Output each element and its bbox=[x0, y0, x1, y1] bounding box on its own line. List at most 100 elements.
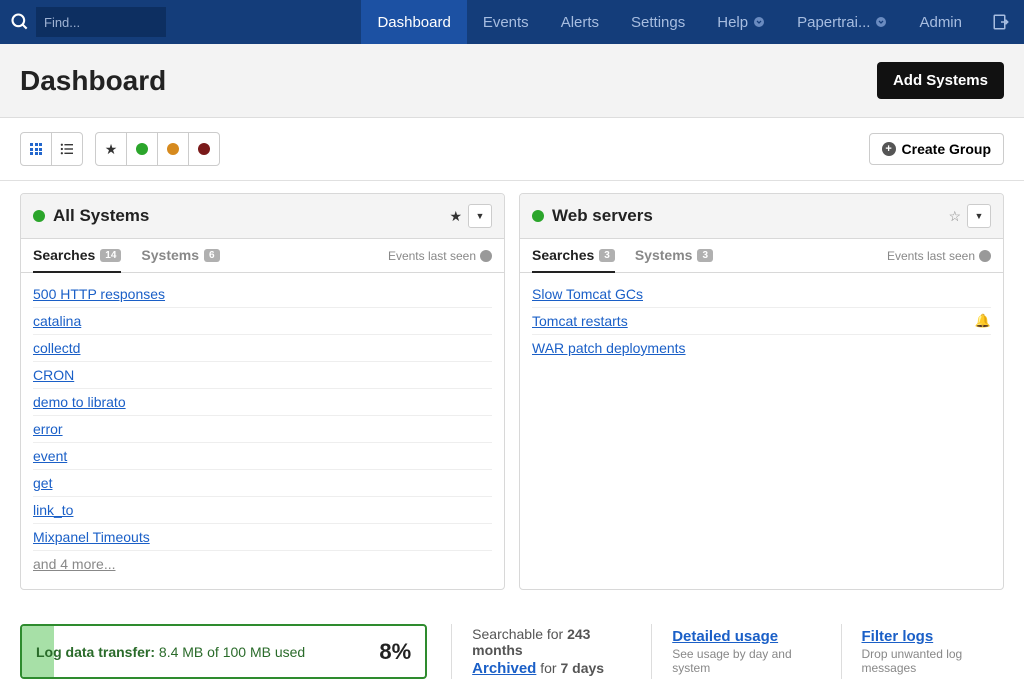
chevron-down-icon bbox=[875, 16, 887, 28]
orange-dot-icon bbox=[167, 143, 179, 155]
search-link[interactable]: demo to librato bbox=[33, 394, 126, 410]
search-link[interactable]: catalina bbox=[33, 313, 81, 329]
usage-box[interactable]: Log data transfer: 8.4 MB of 100 MB used… bbox=[20, 624, 427, 679]
panel-header-actions: ☆ ▼ bbox=[948, 204, 991, 228]
panel-title: Web servers bbox=[552, 206, 653, 226]
search-list: Slow Tomcat GCs Tomcat restarts 🔔 WAR pat… bbox=[532, 281, 991, 361]
search-link[interactable]: Slow Tomcat GCs bbox=[532, 286, 643, 302]
red-dot-icon bbox=[198, 143, 210, 155]
filter-star-button[interactable]: ★ bbox=[95, 132, 127, 166]
panel-body: 500 HTTP responses catalina collectd CRO… bbox=[21, 273, 504, 589]
bell-icon: 🔔 bbox=[975, 313, 991, 329]
tab-systems-count: 3 bbox=[697, 249, 713, 262]
search-link[interactable]: 500 HTTP responses bbox=[33, 286, 165, 302]
search-link[interactable]: event bbox=[33, 448, 67, 464]
footer-col-filter: Filter logs Drop unwanted log messages bbox=[841, 624, 1005, 679]
create-group-button[interactable]: + Create Group bbox=[869, 133, 1004, 165]
panel-tabs: Searches 14 Systems 6 Events last seen bbox=[21, 239, 504, 273]
tab-searches-label: Searches bbox=[532, 247, 594, 263]
tab-searches-label: Searches bbox=[33, 247, 95, 263]
topnav: Dashboard Events Alerts Settings Help Pa… bbox=[361, 0, 1024, 44]
add-systems-button[interactable]: Add Systems bbox=[877, 62, 1004, 99]
page-title: Dashboard bbox=[20, 65, 166, 97]
list-item: error bbox=[33, 416, 492, 443]
footer: Log data transfer: 8.4 MB of 100 MB used… bbox=[0, 610, 1024, 693]
panel-star-button[interactable]: ☆ bbox=[948, 208, 961, 225]
panel-all-systems: All Systems ★ ▼ Searches 14 Systems 6 Ev… bbox=[20, 193, 505, 590]
grid-view-button[interactable] bbox=[20, 132, 52, 166]
panel-body: Slow Tomcat GCs Tomcat restarts 🔔 WAR pat… bbox=[520, 273, 1003, 373]
search-link[interactable]: CRON bbox=[33, 367, 74, 383]
nav-settings[interactable]: Settings bbox=[615, 0, 701, 44]
usage-text: Log data transfer: 8.4 MB of 100 MB used bbox=[36, 644, 305, 660]
panels: All Systems ★ ▼ Searches 14 Systems 6 Ev… bbox=[0, 181, 1024, 610]
tab-systems-count: 6 bbox=[204, 249, 220, 262]
list-view-button[interactable] bbox=[51, 132, 83, 166]
filter-group: ★ bbox=[95, 132, 220, 166]
panel-title-wrap: Web servers bbox=[532, 206, 653, 226]
list-item: link_to bbox=[33, 497, 492, 524]
tab-searches[interactable]: Searches 14 bbox=[33, 247, 121, 273]
search-link[interactable]: Tomcat restarts bbox=[532, 313, 628, 329]
status-dot-icon bbox=[532, 210, 544, 222]
chevron-down-icon bbox=[753, 16, 765, 28]
events-last-seen: Events last seen bbox=[388, 249, 492, 271]
detailed-usage-link[interactable]: Detailed usage bbox=[672, 628, 816, 645]
tab-systems-label: Systems bbox=[141, 247, 199, 263]
search-link[interactable]: error bbox=[33, 421, 63, 437]
nav-admin[interactable]: Admin bbox=[903, 0, 978, 44]
events-last-seen: Events last seen bbox=[887, 249, 991, 271]
list-item: demo to librato bbox=[33, 389, 492, 416]
panel-menu-button[interactable]: ▼ bbox=[967, 204, 991, 228]
nav-alerts[interactable]: Alerts bbox=[545, 0, 615, 44]
list-item: get bbox=[33, 470, 492, 497]
tab-searches[interactable]: Searches 3 bbox=[532, 247, 615, 273]
list-item: CRON bbox=[33, 362, 492, 389]
nav-dashboard[interactable]: Dashboard bbox=[361, 0, 466, 44]
plus-circle-icon: + bbox=[882, 142, 896, 156]
search-link[interactable]: get bbox=[33, 475, 52, 491]
nav-events[interactable]: Events bbox=[467, 0, 545, 44]
clock-icon bbox=[480, 250, 492, 262]
filter-red-button[interactable] bbox=[188, 132, 220, 166]
list-item: Mixpanel Timeouts bbox=[33, 524, 492, 551]
filter-orange-button[interactable] bbox=[157, 132, 189, 166]
nav-exit[interactable] bbox=[978, 0, 1024, 44]
star-icon: ★ bbox=[105, 141, 118, 158]
nav-papertrail[interactable]: Papertrai... bbox=[781, 0, 903, 44]
archived-link[interactable]: Archived bbox=[472, 660, 536, 677]
list-item: catalina bbox=[33, 308, 492, 335]
filter-logs-link[interactable]: Filter logs bbox=[862, 628, 1005, 645]
panel-menu-button[interactable]: ▼ bbox=[468, 204, 492, 228]
search-link[interactable]: collectd bbox=[33, 340, 80, 356]
search-link[interactable]: WAR patch deployments bbox=[532, 340, 686, 356]
list-item: and 4 more... bbox=[33, 551, 492, 577]
list-item: collectd bbox=[33, 335, 492, 362]
panel-tabs: Searches 3 Systems 3 Events last seen bbox=[520, 239, 1003, 273]
events-seen-label: Events last seen bbox=[388, 249, 476, 263]
nav-help[interactable]: Help bbox=[701, 0, 781, 44]
panel-header: Web servers ☆ ▼ bbox=[520, 194, 1003, 239]
panel-web-servers: Web servers ☆ ▼ Searches 3 Systems 3 Eve… bbox=[519, 193, 1004, 590]
panel-header: All Systems ★ ▼ bbox=[21, 194, 504, 239]
filter-logs-sub: Drop unwanted log messages bbox=[862, 647, 1005, 675]
footer-col-usage: Detailed usage See usage by day and syst… bbox=[651, 624, 816, 679]
searchable-line: Searchable for 243 months bbox=[472, 626, 627, 658]
status-dot-icon bbox=[33, 210, 45, 222]
search-link[interactable]: Mixpanel Timeouts bbox=[33, 529, 150, 545]
panel-title: All Systems bbox=[53, 206, 149, 226]
clock-icon bbox=[979, 250, 991, 262]
nav-papertrail-label: Papertrai... bbox=[797, 14, 870, 31]
filter-green-button[interactable] bbox=[126, 132, 158, 166]
panel-star-button[interactable]: ★ bbox=[449, 208, 462, 225]
tab-systems[interactable]: Systems 3 bbox=[635, 247, 713, 273]
nav-help-label: Help bbox=[717, 14, 748, 31]
search-input[interactable] bbox=[36, 7, 166, 37]
search-wrap bbox=[0, 7, 361, 37]
tab-systems[interactable]: Systems 6 bbox=[141, 247, 219, 273]
tabs-left: Searches 14 Systems 6 bbox=[33, 247, 220, 272]
panel-header-actions: ★ ▼ bbox=[449, 204, 492, 228]
more-link[interactable]: and 4 more... bbox=[33, 556, 116, 572]
search-link[interactable]: link_to bbox=[33, 502, 73, 518]
page-header: Dashboard Add Systems bbox=[0, 44, 1024, 118]
